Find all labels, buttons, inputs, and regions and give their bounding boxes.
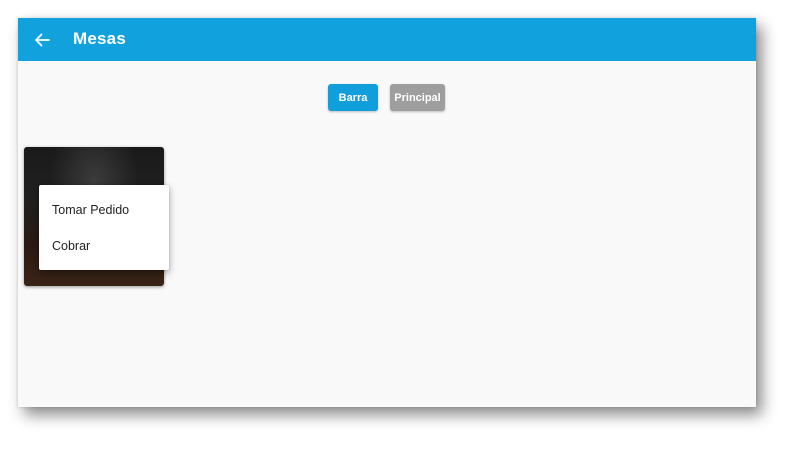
tab-barra-button[interactable]: Barra [328, 84, 378, 111]
page-title: Mesas [73, 29, 126, 48]
back-button[interactable] [26, 24, 58, 56]
tab-principal-button[interactable]: Principal [390, 84, 445, 111]
menu-item-tomar-pedido[interactable]: Tomar Pedido [39, 193, 169, 227]
context-menu: Tomar Pedido Cobrar [39, 185, 169, 270]
arrow-left-icon [35, 33, 50, 47]
menu-item-cobrar[interactable]: Cobrar [39, 229, 169, 263]
app-bar: Mesas [18, 18, 756, 61]
app-window: Mesas Barra Principal Tomar Pedido Cobra… [18, 18, 756, 407]
